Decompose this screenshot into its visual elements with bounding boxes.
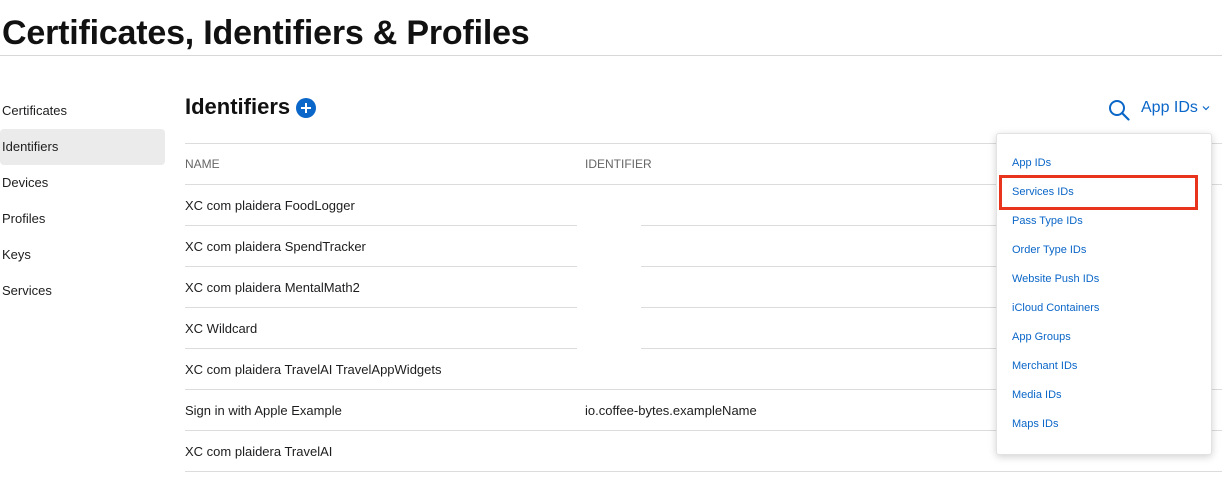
row-divider [641, 184, 1037, 185]
row-name: XC Wildcard [185, 321, 258, 336]
sidebar-item-certificates[interactable]: Certificates [0, 93, 165, 129]
sidebar-item-profiles[interactable]: Profiles [0, 201, 165, 237]
dropdown-item-website-push-ids[interactable]: Website Push IDs [997, 265, 1211, 294]
row-divider [641, 225, 1037, 226]
search-icon[interactable] [1108, 99, 1130, 121]
row-divider [641, 307, 1037, 308]
row-name: XC com plaidera SpendTracker [185, 239, 366, 254]
chevron-down-icon [1202, 106, 1210, 111]
row-identifier: io.coffee-bytes.exampleName [585, 403, 757, 418]
row-divider [641, 266, 1037, 267]
dropdown-item-pass-type-ids[interactable]: Pass Type IDs [997, 207, 1211, 236]
section-title: Identifiers [185, 94, 291, 119]
column-header-name[interactable]: NAME [185, 157, 585, 171]
dropdown-item-services-ids[interactable]: Services IDs [997, 178, 1211, 207]
sidebar-item-devices[interactable]: Devices [0, 165, 165, 201]
row-name: XC com plaidera MentalMath2 [185, 280, 360, 295]
sidebar-item-services[interactable]: Services [0, 273, 165, 309]
sidebar-item-keys[interactable]: Keys [0, 237, 165, 273]
dropdown-item-app-ids[interactable]: App IDs [997, 149, 1211, 178]
identifier-type-dropdown: App IDs Services IDs Pass Type IDs Order… [996, 133, 1212, 455]
row-divider [641, 348, 1037, 349]
row-name: XC com plaidera FoodLogger [185, 198, 355, 213]
dropdown-item-icloud-containers[interactable]: iCloud Containers [997, 294, 1211, 323]
filter-label: App IDs [1141, 99, 1198, 116]
sidebar: Certificates Identifiers Devices Profile… [0, 93, 165, 309]
sidebar-item-identifiers[interactable]: Identifiers [0, 129, 165, 165]
dropdown-item-app-groups[interactable]: App Groups [997, 323, 1211, 352]
row-name: XC com plaidera TravelAI [185, 444, 333, 459]
dropdown-item-maps-ids[interactable]: Maps IDs [997, 410, 1211, 439]
dropdown-item-order-type-ids[interactable]: Order Type IDs [997, 236, 1211, 265]
column-header-identifier[interactable]: IDENTIFIER [585, 157, 985, 171]
row-name: XC com plaidera TravelAI TravelAppWidget… [185, 362, 442, 377]
row-name: Sign in with Apple Example [185, 403, 342, 418]
identifier-type-filter[interactable]: App IDs [1141, 99, 1210, 117]
add-identifier-button[interactable] [296, 98, 317, 118]
section-header: Identifiers [185, 94, 317, 120]
page-title: Certificates, Identifiers & Profiles [2, 14, 530, 52]
dropdown-item-media-ids[interactable]: Media IDs [997, 381, 1211, 410]
title-divider [0, 55, 1222, 56]
dropdown-item-merchant-ids[interactable]: Merchant IDs [997, 352, 1211, 381]
